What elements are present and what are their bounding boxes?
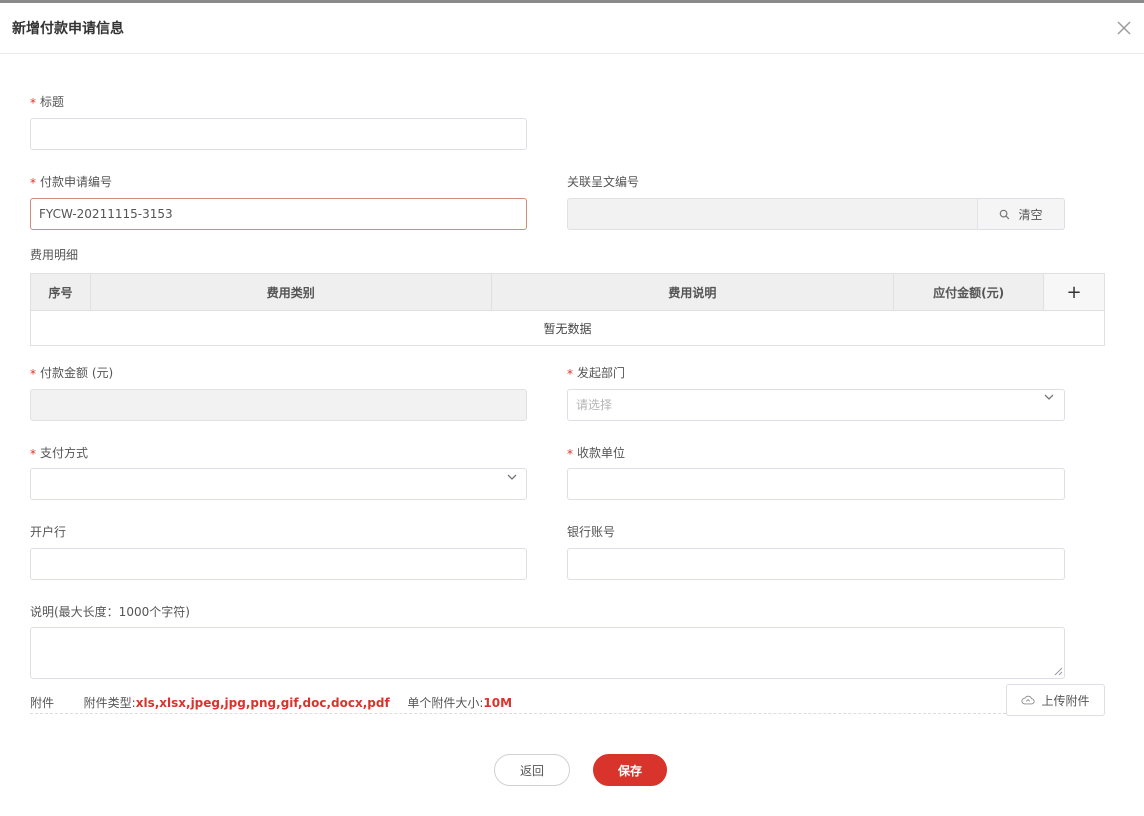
payee-input[interactable] bbox=[567, 468, 1065, 500]
title-label: * 标题 bbox=[30, 95, 65, 110]
empty-data-text: 暂无数据 bbox=[30, 310, 1105, 346]
attachment-label: 附件 bbox=[30, 696, 55, 710]
table-row: 暂无数据 bbox=[30, 310, 1105, 346]
column-header-description: 费用说明 bbox=[490, 273, 895, 311]
payment-no-label: * 付款申请编号 bbox=[30, 175, 113, 190]
expense-detail-label: 费用明细 bbox=[30, 248, 79, 262]
remark-textarea[interactable] bbox=[30, 627, 1065, 679]
dialog-title: 新增付款申请信息 bbox=[12, 21, 124, 37]
department-label: * 发起部门 bbox=[567, 366, 626, 381]
close-icon[interactable] bbox=[1116, 20, 1132, 36]
upload-attachment-label: 上传附件 bbox=[1041, 693, 1090, 708]
column-header-category: 费用类别 bbox=[89, 273, 492, 311]
payment-amount-input[interactable] bbox=[30, 389, 527, 421]
resize-handle-icon[interactable] bbox=[1053, 666, 1063, 676]
remark-label: 说明(最大长度：1000个字符) bbox=[30, 605, 190, 619]
search-icon[interactable] bbox=[999, 209, 1010, 220]
clear-button[interactable]: 清空 bbox=[1018, 206, 1042, 223]
save-button[interactable]: 保存 bbox=[593, 754, 667, 786]
department-placeholder: 请选择 bbox=[576, 398, 613, 412]
column-header-index: 序号 bbox=[30, 273, 91, 311]
expense-detail-table: 序号 费用类别 费用说明 应付金额(元) + 暂无数据 bbox=[30, 273, 1105, 346]
bank-input[interactable] bbox=[30, 548, 527, 580]
title-input[interactable] bbox=[30, 118, 527, 150]
dialog-header: 新增付款申请信息 bbox=[0, 3, 1144, 54]
payee-label: * 收款单位 bbox=[567, 446, 626, 461]
attachment-row: 附件 附件类型:xls,xlsx,jpeg,jpg,png,gif,doc,do… bbox=[30, 694, 512, 711]
payment-method-label: * 支付方式 bbox=[30, 446, 89, 461]
attachment-divider bbox=[30, 713, 1006, 714]
required-mark: * bbox=[30, 447, 36, 461]
payment-no-input[interactable]: FYCW-20211115-3153 bbox=[30, 198, 527, 230]
cloud-upload-icon bbox=[1021, 695, 1035, 705]
upload-attachment-button[interactable]: 上传附件 bbox=[1006, 684, 1105, 716]
bank-label: 开户行 bbox=[30, 525, 67, 539]
column-header-amount: 应付金额(元) bbox=[893, 273, 1044, 311]
related-doc-label: 关联呈文编号 bbox=[567, 175, 640, 189]
add-row-button[interactable]: + bbox=[1043, 273, 1105, 311]
required-mark: * bbox=[567, 367, 573, 381]
related-doc-search-clear[interactable]: 清空 bbox=[977, 198, 1065, 230]
payment-method-select[interactable] bbox=[30, 468, 527, 500]
required-mark: * bbox=[30, 96, 36, 110]
account-input[interactable] bbox=[567, 548, 1065, 580]
attachment-size-prefix: 单个附件大小: bbox=[407, 696, 484, 710]
payment-amount-label: * 付款金额 (元) bbox=[30, 366, 114, 381]
table-header-row: 序号 费用类别 费用说明 应付金额(元) + bbox=[30, 273, 1105, 311]
back-button[interactable]: 返回 bbox=[494, 754, 570, 786]
attachment-types-prefix: 附件类型: bbox=[83, 696, 136, 710]
required-mark: * bbox=[30, 367, 36, 381]
chevron-down-icon[interactable] bbox=[506, 471, 518, 483]
department-select[interactable]: 请选择 bbox=[567, 389, 1065, 421]
related-doc-input[interactable] bbox=[567, 198, 978, 230]
attachment-size: 10M bbox=[483, 696, 513, 710]
required-mark: * bbox=[567, 447, 573, 461]
attachment-types: xls,xlsx,jpeg,jpg,png,gif,doc,docx,pdf bbox=[135, 696, 390, 710]
required-mark: * bbox=[30, 176, 36, 190]
account-label: 银行账号 bbox=[567, 525, 616, 539]
chevron-down-icon[interactable] bbox=[1043, 391, 1055, 403]
